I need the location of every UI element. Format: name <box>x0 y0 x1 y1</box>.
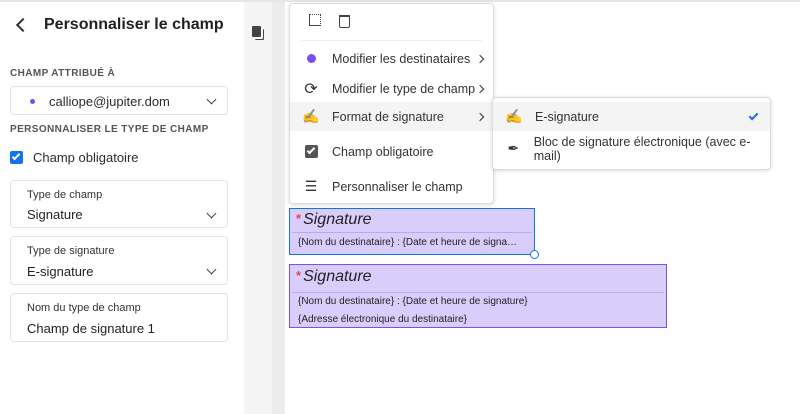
field-line: {Nom du destinataire} : {Date et heure d… <box>298 237 518 248</box>
recipient-value: calliope@jupiter.dom <box>49 94 170 109</box>
chevron-down-icon <box>206 208 217 219</box>
menu-label: Modifier le type de champ <box>332 81 476 96</box>
chevron-down-icon <box>206 264 217 275</box>
pen-nib-icon: ✒ <box>507 140 520 156</box>
pages-icon[interactable] <box>252 26 261 37</box>
menu-label: Format de signature <box>332 109 444 124</box>
menu-item-signature-format[interactable]: ✍ Format de signature <box>290 102 493 131</box>
checkmark-icon <box>748 110 759 121</box>
field-type-value: Signature <box>27 207 83 222</box>
signature-type-value: E-signature <box>27 264 94 279</box>
submenu-item-signature-block[interactable]: ✒ Bloc de signature électronique (avec e-… <box>493 134 770 163</box>
left-panel: Personnaliser le champ CHAMP ATTRIBUÉ À … <box>0 0 244 414</box>
signature-format-submenu: ✍ E-signature ✒ Bloc de signature électron… <box>492 97 771 170</box>
signature-type-select[interactable]: Type de signature E-signature <box>10 236 228 285</box>
panel-title: Personnaliser le champ <box>44 16 224 33</box>
field-name-value: Champ de signature 1 <box>27 321 155 336</box>
sign-pen-icon: ✍ <box>505 108 523 124</box>
menu-label: E-signature <box>535 109 599 124</box>
menu-item-change-field-type[interactable]: ⟳ Modifier le type de champ <box>290 74 493 103</box>
chevron-right-icon <box>475 54 485 63</box>
menu-item-required[interactable]: Champ obligatoire <box>290 137 493 166</box>
resize-handle[interactable] <box>530 250 539 259</box>
recipient-dot-icon <box>306 54 316 63</box>
field-title: * Signature <box>296 211 372 228</box>
scroll-gutter <box>272 0 285 414</box>
sliders-icon: ☰ <box>304 178 318 194</box>
field-name-label: Nom du type de champ <box>27 302 141 314</box>
menu-item-edit-recipients[interactable]: Modifier les destinataires <box>290 44 493 73</box>
field-type-select[interactable]: Type de champ Signature <box>10 180 228 228</box>
field-line: {Adresse électronique du destinataire} <box>298 314 468 325</box>
back-icon[interactable] <box>15 17 31 33</box>
trash-icon[interactable] <box>339 15 350 28</box>
panel-header: Personnaliser le champ <box>14 16 224 34</box>
field-title: * Signature <box>296 268 372 285</box>
recipient-dot-icon <box>30 99 35 104</box>
chevron-right-icon <box>475 112 485 121</box>
menu-label: Personnaliser le champ <box>332 179 463 194</box>
tool-rail <box>244 0 272 414</box>
duplicate-icon[interactable] <box>309 14 321 26</box>
chevron-right-icon <box>475 84 485 93</box>
menu-label: Bloc de signature électronique (avec e-m… <box>533 134 751 163</box>
menu-item-customize-field[interactable]: ☰ Personnaliser le champ <box>290 172 493 201</box>
signature-type-label: Type de signature <box>27 245 115 257</box>
field-type-label: Type de champ <box>27 189 103 201</box>
required-label: Champ obligatoire <box>33 150 139 165</box>
field-line: {Nom du destinataire} : {Date et heure d… <box>298 296 528 307</box>
field-name-input[interactable]: Nom du type de champ Champ de signature … <box>10 293 228 342</box>
menu-label: Champ obligatoire <box>332 144 434 159</box>
recipient-select[interactable]: calliope@jupiter.dom <box>10 86 228 115</box>
assigned-label: CHAMP ATTRIBUÉ À <box>10 68 116 79</box>
checkbox-checked-icon <box>10 151 23 164</box>
customize-label: PERSONNALISER LE TYPE DE CHAMP <box>10 124 209 135</box>
sign-pen-icon: ✍ <box>302 108 320 124</box>
menu-label: Modifier les destinataires <box>332 51 471 66</box>
signature-field-selected[interactable]: * Signature {Nom du destinataire} : {Date… <box>289 208 539 259</box>
submenu-item-e-signature[interactable]: ✍ E-signature <box>493 102 770 131</box>
refresh-icon: ⟳ <box>304 80 318 98</box>
context-menu: Modifier les destinataires ⟳ Modifier le … <box>289 3 494 204</box>
signature-field[interactable]: * Signature {Nom du destinataire} : {Date… <box>289 264 667 328</box>
checkbox-checked-icon <box>304 145 318 158</box>
required-checkbox[interactable]: Champ obligatoire <box>10 150 139 165</box>
chevron-down-icon <box>206 94 217 105</box>
